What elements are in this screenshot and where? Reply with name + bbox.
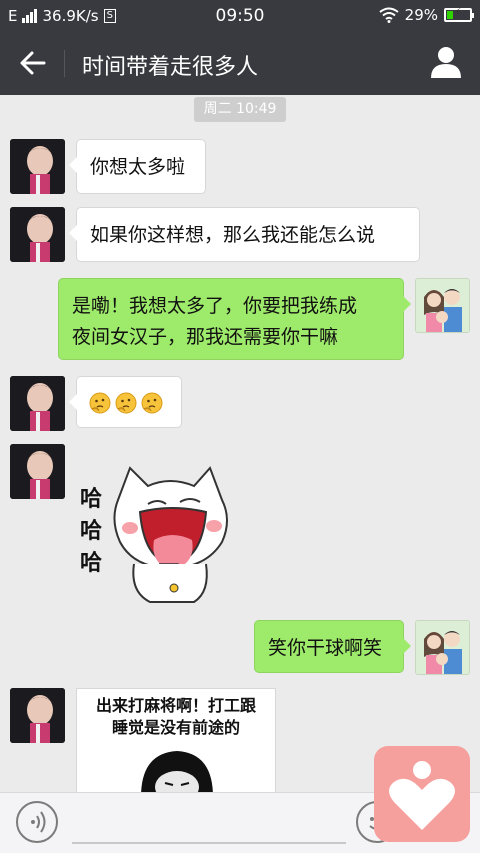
status-bar: E 36.9K/s S 09:50 29% ⚡: [0, 0, 480, 32]
voice-wave-icon: [31, 811, 46, 833]
message-bubble-in[interactable]: [69, 376, 182, 428]
header-divider: [64, 50, 65, 77]
baby-photo-icon: [10, 444, 65, 499]
baby-photo-icon: [10, 688, 65, 743]
battery-icon: ⚡: [444, 7, 474, 22]
laughing-cat-icon: [113, 466, 228, 603]
couple-cartoon-icon: [416, 279, 469, 332]
floating-app-button[interactable]: [374, 746, 470, 842]
message-bubble-out[interactable]: 笑你干球啊笑: [254, 620, 411, 673]
message-text: 笑你干球啊笑: [268, 637, 383, 659]
laughing-cat-sticker[interactable]: 哈 哈 哈: [76, 458, 236, 608]
chat-title: 时间带着走很多人: [82, 55, 259, 80]
message-text: 你想太多啦: [90, 156, 186, 178]
message-bubble-in[interactable]: 你想太多啦: [69, 139, 206, 194]
message-text: 如果你这样想，那么我还能怎么说: [90, 224, 376, 246]
couple-cartoon-icon: [416, 621, 469, 674]
wifi-icon: [379, 7, 399, 23]
sticker-text: 哈: [80, 519, 103, 544]
my-avatar[interactable]: [415, 278, 470, 333]
meme-caption-line: 出来打麻将啊！打工跟: [95, 696, 256, 715]
charging-bolt-icon: ⚡: [454, 7, 462, 18]
baby-photo-icon: [10, 376, 65, 431]
thinking-face-icon: [89, 392, 111, 413]
chat-header: 时间带着走很多人: [0, 32, 480, 95]
battery-percent: 29%: [404, 6, 438, 24]
sticker-text: 哈: [80, 551, 103, 576]
contact-avatar[interactable]: [10, 139, 65, 194]
message-text-line: 夜间女汉子，那我还需要你干嘛: [72, 326, 339, 348]
contact-avatar[interactable]: [10, 207, 65, 262]
meme-caption-line: 睡觉是没有前途的: [111, 718, 240, 737]
baby-photo-icon: [10, 207, 65, 262]
contact-avatar[interactable]: [10, 444, 65, 499]
meme-image-message[interactable]: 出来打麻将啊！打工跟 睡觉是没有前途的: [76, 688, 276, 793]
back-arrow-icon[interactable]: [16, 46, 50, 80]
heart-person-icon: [389, 761, 455, 830]
contact-avatar[interactable]: [10, 688, 65, 743]
chat-info-person-icon[interactable]: [430, 45, 462, 79]
sticker-text: 哈: [80, 487, 103, 512]
status-right: 29% ⚡: [379, 6, 474, 24]
voice-input-button[interactable]: [16, 801, 58, 843]
thinking-face-icon: [141, 392, 163, 413]
contact-avatar[interactable]: [10, 376, 65, 431]
message-bubble-out[interactable]: 是嘞！我想太多了，你要把我练成 夜间女汉子，那我还需要你干嘛: [58, 278, 411, 360]
message-text-line: 是嘞！我想太多了，你要把我练成: [72, 295, 358, 317]
baby-photo-icon: [10, 139, 65, 194]
my-avatar[interactable]: [415, 620, 470, 675]
meme-face-icon: [141, 751, 213, 792]
message-input[interactable]: [72, 842, 346, 844]
message-bubble-in[interactable]: 如果你这样想，那么我还能怎么说: [69, 207, 420, 262]
thinking-face-icon: [115, 392, 137, 413]
message-timestamp: 周二 10:49: [194, 97, 286, 122]
